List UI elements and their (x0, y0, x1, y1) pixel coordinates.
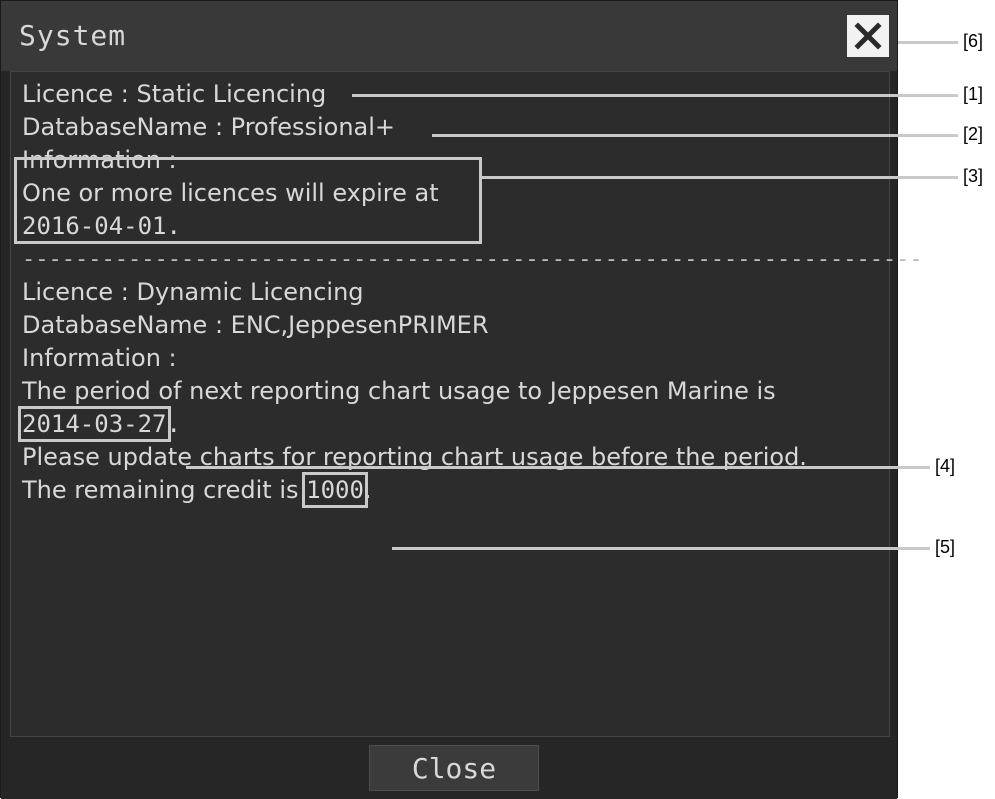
credit-line: The remaining credit is 1000. (22, 472, 882, 508)
period-date-line: 2014-03-27. (18, 406, 882, 442)
licence-line-2: Licence : Dynamic Licencing (22, 278, 364, 306)
credit-value: 1000 (302, 472, 368, 508)
callout-line-3 (482, 176, 958, 179)
period-text: The period of next reporting chart usage… (22, 377, 776, 405)
callout-line-6 (898, 41, 958, 44)
callout-3: [3] (963, 166, 984, 186)
callout-1: [1] (963, 84, 984, 104)
title-bar: System (1, 1, 897, 71)
callout-4: [4] (935, 456, 956, 476)
database-line-1: DatabaseName : Professional+ (22, 113, 396, 141)
credit-prefix: The remaining credit is (22, 476, 307, 504)
separator-line: ----------------------------------------… (22, 247, 923, 272)
callout-line-4 (186, 466, 930, 469)
callout-2: [2] (963, 124, 984, 144)
information-label-2: Information : (22, 344, 177, 372)
dialog-footer: Close (1, 737, 897, 799)
callout-5: [5] (935, 537, 956, 557)
database-line-2: DatabaseName : ENC,JeppesenPRIMER (22, 311, 489, 339)
period-date: 2014-03-27 (18, 406, 171, 442)
period-date-suffix: . (166, 410, 181, 438)
callout-line-5 (392, 547, 930, 550)
callout-6: [6] (963, 31, 984, 51)
dialog-title: System (19, 19, 127, 52)
close-window-button[interactable] (847, 15, 889, 57)
information-highlight-box (14, 157, 482, 244)
close-x-icon (854, 22, 882, 50)
callout-line-2 (432, 134, 958, 137)
close-button[interactable]: Close (369, 745, 539, 791)
licence-info-text: Licence : Static Licencing DatabaseName … (18, 78, 923, 508)
credit-suffix: . (363, 476, 372, 504)
update-text: Please update charts for reporting chart… (22, 443, 807, 471)
callout-line-1 (352, 94, 958, 97)
